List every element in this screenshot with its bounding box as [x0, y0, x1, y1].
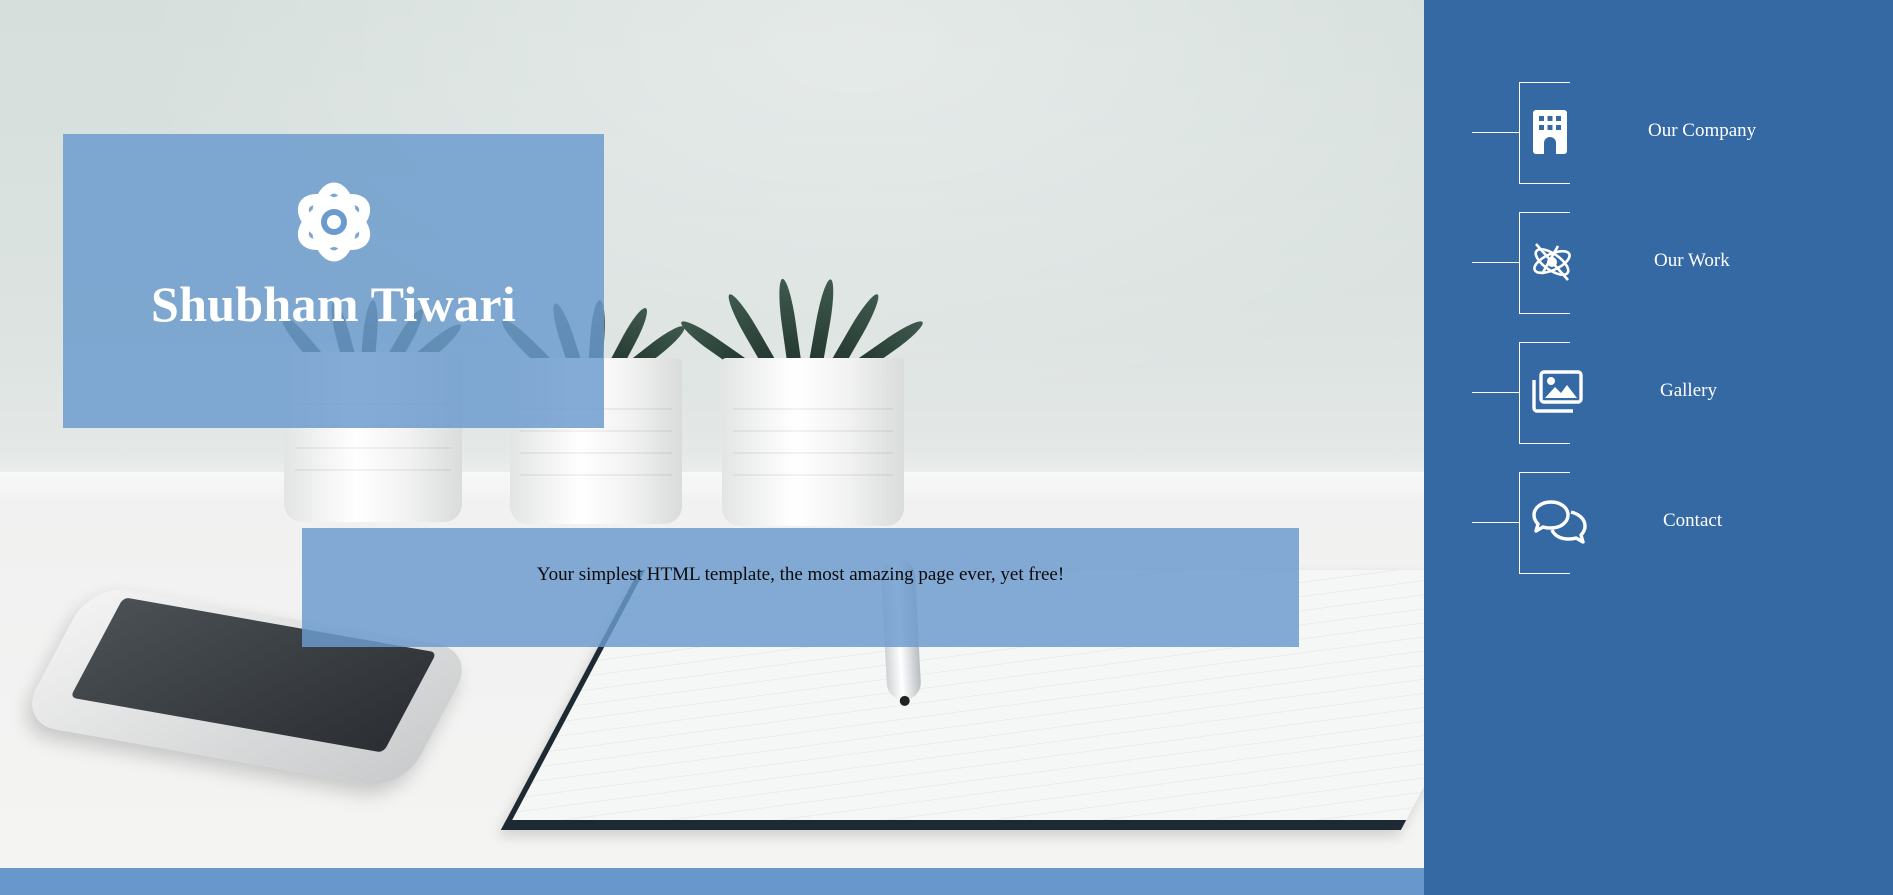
- images-icon: [1530, 366, 1584, 418]
- chat-bubbles-icon: [1530, 496, 1590, 548]
- site-title: Shubham Tiwari: [150, 276, 516, 332]
- atom-icon: [297, 182, 370, 262]
- plant-pot-right: [722, 358, 904, 526]
- tagline-bar: Your simplest HTML template, the most am…: [302, 528, 1299, 647]
- table-edge: [0, 472, 1424, 502]
- sidebar-nav: Our Company Our Work Gallery Contact: [1424, 0, 1893, 895]
- nav-label-gallery: Gallery: [1660, 380, 1717, 401]
- nav-item-contact[interactable]: Contact: [1472, 472, 1872, 574]
- nav-connector-line: [1472, 522, 1519, 523]
- tagline-text: Your simplest HTML template, the most am…: [536, 564, 1065, 585]
- satellite-orbit-icon: [1526, 236, 1578, 288]
- nav-connector-line: [1472, 262, 1519, 263]
- building-icon: [1524, 106, 1576, 158]
- nav-item-our-work[interactable]: Our Work: [1472, 212, 1872, 314]
- hero-title-card: Shubham Tiwari: [63, 134, 604, 428]
- plant-leaves-right: [677, 277, 927, 374]
- nav-label-our-company: Our Company: [1648, 120, 1757, 141]
- nav-item-gallery[interactable]: Gallery: [1472, 342, 1872, 444]
- nav-connector-line: [1472, 132, 1519, 133]
- nav-item-our-company[interactable]: Our Company: [1472, 82, 1872, 184]
- nav-label-contact: Contact: [1663, 510, 1723, 531]
- nav-connector-line: [1472, 392, 1519, 393]
- bottom-strip: [0, 868, 1424, 895]
- nav-label-our-work: Our Work: [1654, 250, 1730, 271]
- hero-background-image: [0, 0, 1424, 868]
